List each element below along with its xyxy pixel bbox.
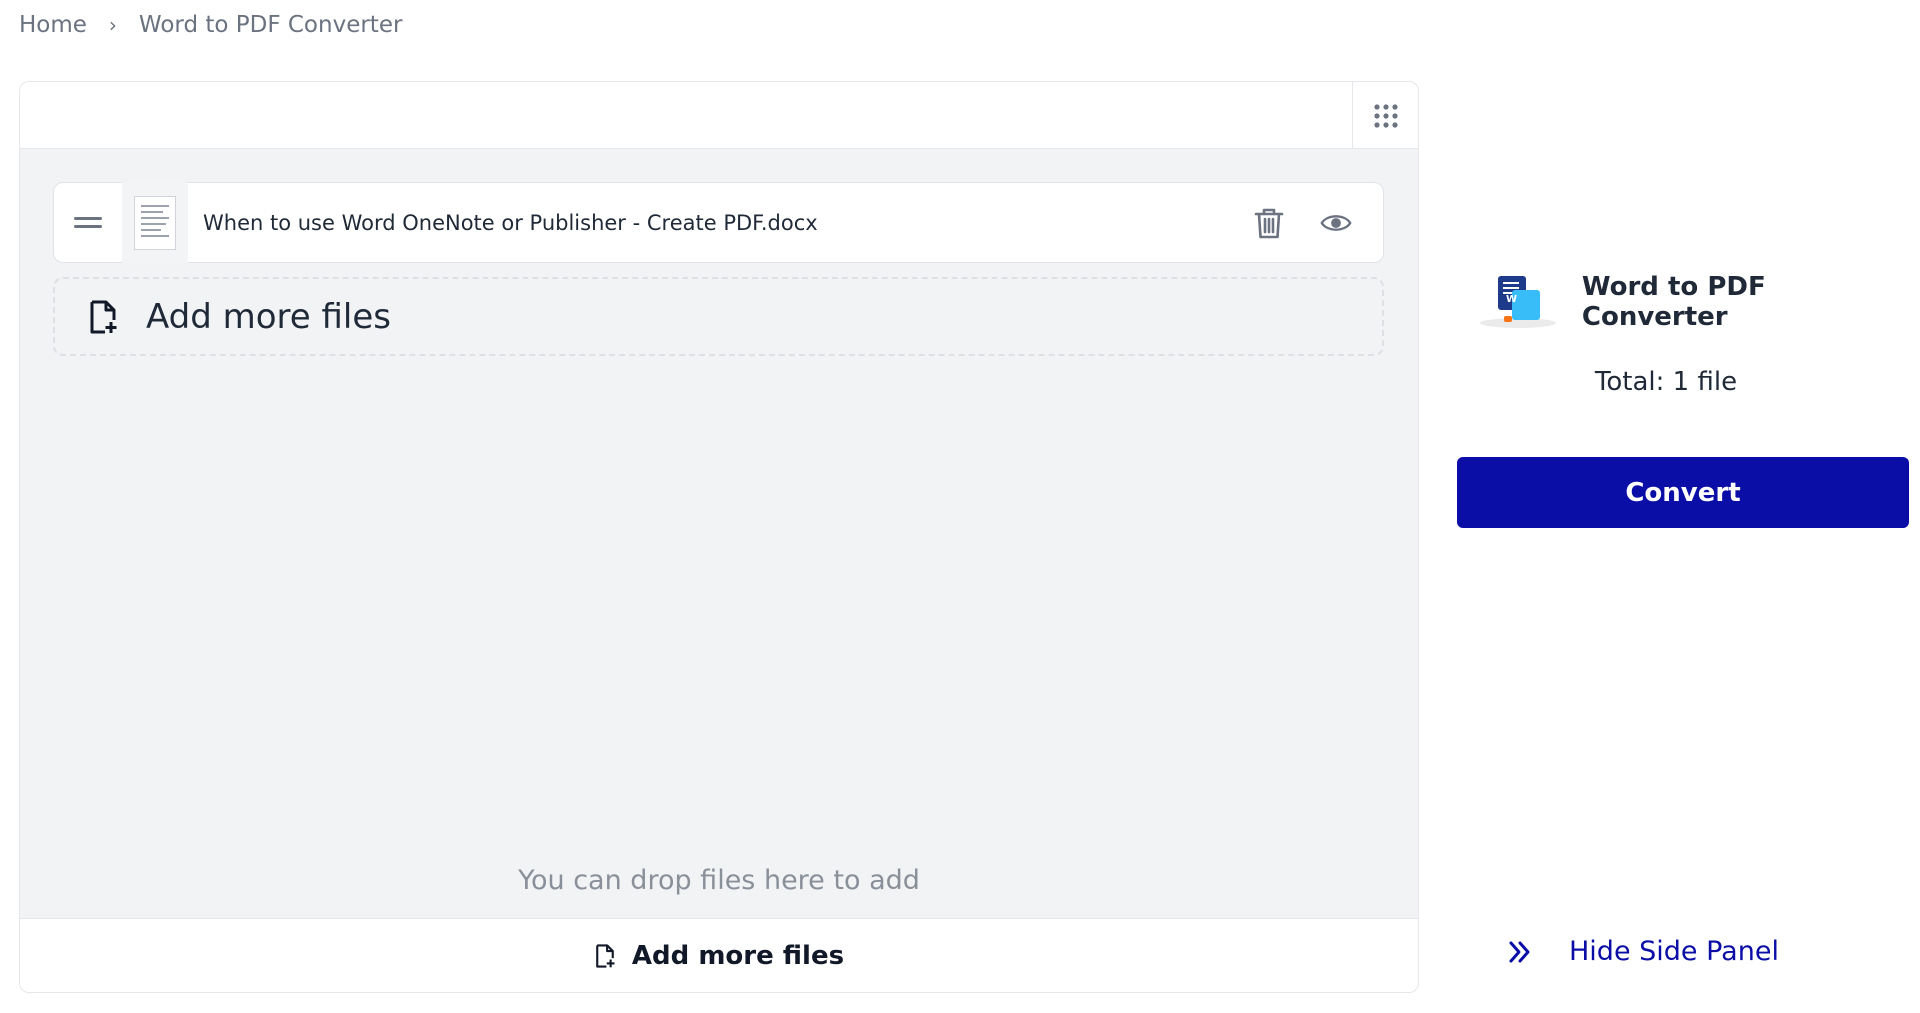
tool-title: Word to PDF Converter bbox=[1581, 272, 1766, 332]
grid-view-button[interactable] bbox=[1352, 82, 1418, 149]
breadcrumb-home-link[interactable]: Home bbox=[19, 12, 87, 38]
file-add-icon bbox=[90, 300, 117, 333]
breadcrumb-current: Word to PDF Converter bbox=[138, 12, 403, 38]
file-list-item[interactable]: When to use Word OneNote or Publisher - … bbox=[53, 182, 1384, 263]
panel-toolbar bbox=[20, 82, 1418, 149]
file-list-panel: When to use Word OneNote or Publisher - … bbox=[19, 81, 1419, 993]
convert-button[interactable]: Convert bbox=[1457, 457, 1909, 528]
hide-side-panel-button[interactable]: Hide Side Panel bbox=[1507, 936, 1779, 967]
delete-file-button[interactable] bbox=[1249, 203, 1289, 243]
breadcrumb-separator: › bbox=[108, 13, 117, 37]
drag-handle[interactable] bbox=[54, 183, 122, 262]
file-name: When to use Word OneNote or Publisher - … bbox=[203, 210, 818, 235]
preview-file-button[interactable] bbox=[1316, 203, 1356, 243]
side-panel: W Word to PDF Converter Total: 1 file Co… bbox=[1440, 0, 1920, 1013]
file-total: Total: 1 file bbox=[1594, 367, 1738, 397]
footer-add-more-files-label: Add more files bbox=[631, 940, 845, 971]
tool-header: W Word to PDF Converter bbox=[1476, 272, 1920, 332]
breadcrumb: Home › Word to PDF Converter bbox=[19, 12, 402, 38]
add-more-files-dropzone[interactable]: Add more files bbox=[53, 277, 1384, 356]
trash-icon bbox=[1254, 208, 1284, 238]
add-more-files-label: Add more files bbox=[146, 296, 392, 337]
word-to-pdf-icon: W bbox=[1476, 274, 1560, 330]
chevron-double-right-icon-wrap bbox=[1507, 939, 1533, 965]
file-add-icon bbox=[596, 943, 615, 968]
drag-handle-icon bbox=[74, 216, 102, 228]
eye-icon bbox=[1320, 214, 1352, 231]
grid-icon bbox=[1373, 103, 1398, 128]
hide-side-panel-label: Hide Side Panel bbox=[1569, 936, 1779, 967]
footer-add-more-files-button[interactable]: Add more files bbox=[20, 918, 1418, 992]
file-add-icon-wrap bbox=[87, 300, 119, 334]
document-thumbnail-icon bbox=[134, 195, 176, 250]
file-thumbnail bbox=[122, 182, 188, 263]
chevron-double-right-icon bbox=[1509, 941, 1530, 962]
drop-hint: You can drop files here to add bbox=[518, 865, 920, 896]
file-add-icon-wrap bbox=[594, 943, 616, 968]
